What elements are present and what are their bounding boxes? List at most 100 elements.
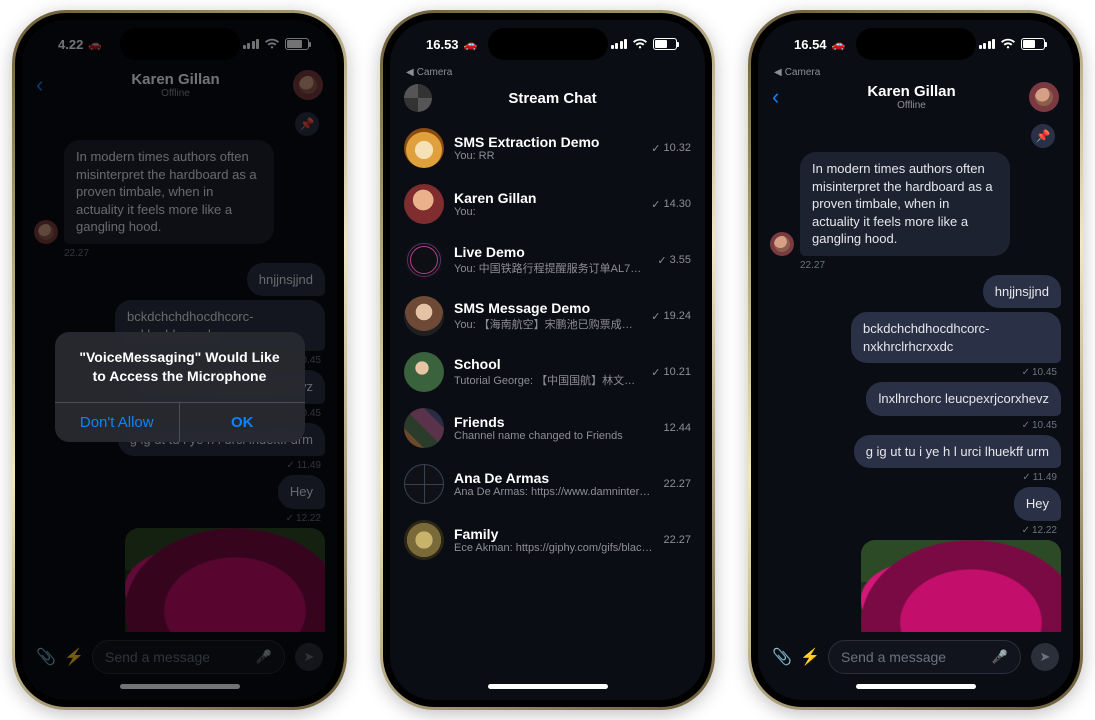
channel-avatar: [404, 240, 444, 280]
message-time: ✓10.45: [770, 420, 1057, 431]
back-button[interactable]: ‹: [772, 84, 794, 110]
channel-item[interactable]: Karen GillanYou: ✓14.30: [390, 176, 705, 232]
channel-item[interactable]: SMS Message DemoYou: 【海南航空】宋鹏池已购票成功,票号35…: [390, 288, 705, 344]
read-icon: ✓: [1022, 525, 1030, 536]
channel-item[interactable]: SMS Extraction DemoYou: RR✓10.32: [390, 120, 705, 176]
message-outgoing[interactable]: g ig ut tu i ye h l urci lhuekff urm: [770, 435, 1061, 469]
scroll-to-bottom-button[interactable]: 📌: [1031, 124, 1055, 148]
channel-name: Family: [454, 526, 653, 542]
channel-meta: 12.44: [663, 422, 691, 434]
message-outgoing[interactable]: hnjjnsjjnd: [770, 275, 1061, 309]
channel-meta: 22.27: [663, 478, 691, 490]
page-title: Stream Chat: [414, 90, 691, 107]
channel-time: 14.30: [663, 198, 691, 210]
channel-preview: Channel name changed to Friends: [454, 430, 653, 442]
chat-status: Offline: [794, 100, 1029, 112]
mic-icon[interactable]: 🎤: [992, 649, 1008, 665]
channel-time: 22.27: [663, 534, 691, 546]
home-indicator[interactable]: [390, 680, 705, 700]
cellular-icon: [979, 39, 996, 49]
channel-item[interactable]: SchoolTutorial George: 【中国国航】林文冲您好：您购买… ✓…: [390, 344, 705, 400]
avatar[interactable]: [1029, 82, 1059, 112]
list-header: Stream Chat: [390, 80, 705, 120]
chevron-left-icon: ◀: [406, 67, 414, 78]
channel-item[interactable]: Ana De ArmasAna De Armas: https://www.da…: [390, 456, 705, 512]
channel-preview: Tutorial George: 【中国国航】林文冲您好：您购买…: [454, 372, 641, 388]
message-time: ✓10.45: [770, 367, 1057, 378]
chevron-left-icon: ◀: [774, 67, 782, 78]
channel-name: SMS Message Demo: [454, 300, 641, 316]
attach-button[interactable]: 📎: [772, 647, 790, 667]
message-time: ✓11.49: [770, 472, 1057, 483]
channel-preview: Ana De Armas: https://www.damninterestin…: [454, 486, 653, 498]
channel-name: SMS Extraction Demo: [454, 134, 641, 150]
channel-avatar: [404, 184, 444, 224]
allow-button[interactable]: OK: [180, 403, 305, 442]
channel-name: Karen Gillan: [454, 190, 641, 206]
read-icon: ✓: [651, 366, 660, 379]
channel-item[interactable]: Live DemoYou: 中国铁路行程提醒服务订单AL74572440,…✓3…: [390, 232, 705, 288]
flash-button[interactable]: ⚡: [800, 647, 818, 667]
channel-avatar: [404, 352, 444, 392]
cellular-icon: [611, 39, 628, 49]
send-button[interactable]: ➤: [1031, 643, 1059, 671]
channel-item[interactable]: FamilyEce Akman: https://giphy.com/gifs/…: [390, 512, 705, 568]
channel-avatar: [404, 296, 444, 336]
channel-time: 19.24: [663, 310, 691, 322]
channel-meta: ✓19.24: [651, 310, 691, 323]
alert-message: "VoiceMessaging" Would Like to Access th…: [55, 332, 305, 402]
channel-avatar: [404, 464, 444, 504]
chat-title: Karen Gillan: [794, 83, 1029, 100]
channel-time: 10.21: [663, 366, 691, 378]
clock: 16.53: [426, 37, 459, 52]
clock: 16.54: [794, 37, 827, 52]
breadcrumb[interactable]: ◀Camera: [758, 64, 1073, 80]
image-attachment[interactable]: [861, 540, 1061, 632]
composer: 📎 ⚡ Send a message 🎤 ➤: [758, 632, 1073, 680]
sender-avatar: [770, 232, 794, 256]
read-icon: ✓: [651, 310, 660, 323]
channel-name: Friends: [454, 414, 653, 430]
channel-name: Ana De Armas: [454, 470, 653, 486]
message-outgoing[interactable]: lnxlhrchorc leucpexrjcorxhevz: [770, 382, 1061, 416]
message-image[interactable]: [770, 540, 1061, 632]
channel-meta: ✓10.21: [651, 366, 691, 379]
channel-name: Live Demo: [454, 244, 647, 260]
breadcrumb[interactable]: ◀Camera: [390, 64, 705, 80]
channel-avatar: [404, 408, 444, 448]
carplay-icon: 🚗: [832, 38, 846, 51]
read-icon: ✓: [651, 198, 660, 211]
permission-alert: "VoiceMessaging" Would Like to Access th…: [55, 332, 305, 442]
channel-time: 3.55: [670, 254, 691, 266]
channel-preview: You: 【海南航空】宋鹏池已购票成功,票号35752…: [454, 316, 641, 332]
wifi-icon: [632, 38, 648, 50]
channel-time: 10.32: [663, 142, 691, 154]
battery-icon: [653, 38, 677, 50]
wifi-icon: [1000, 38, 1016, 50]
message-outgoing[interactable]: bckdchchdhocdhcorc-nxkhrclrhcrxxdc: [770, 312, 1061, 363]
message-time: ✓12.22: [770, 525, 1057, 536]
battery-icon: [1021, 38, 1045, 50]
profile-avatar[interactable]: [404, 84, 432, 112]
placeholder: Send a message: [841, 649, 984, 665]
channel-preview: You:: [454, 206, 641, 218]
channel-meta: ✓ 3.55: [657, 254, 691, 267]
message-outgoing[interactable]: Hey: [770, 487, 1061, 521]
channel-avatar: [404, 128, 444, 168]
message-text: In modern times authors often misinterpr…: [800, 152, 1010, 256]
channel-name: School: [454, 356, 641, 372]
message-list[interactable]: 📌 In modern times authors often misinter…: [758, 120, 1073, 632]
deny-button[interactable]: Don't Allow: [55, 403, 181, 442]
chat-header: ‹ Karen Gillan Offline: [758, 80, 1073, 120]
read-icon: ✓: [1022, 472, 1030, 483]
message-incoming[interactable]: In modern times authors often misinterpr…: [770, 152, 1061, 256]
read-icon: ✓: [657, 254, 666, 267]
channel-preview: You: RR: [454, 150, 641, 162]
channel-avatar: [404, 520, 444, 560]
channel-item[interactable]: FriendsChannel name changed to Friends 12…: [390, 400, 705, 456]
channel-list[interactable]: SMS Extraction DemoYou: RR✓10.32Karen Gi…: [390, 120, 705, 680]
home-indicator[interactable]: [758, 680, 1073, 700]
message-input[interactable]: Send a message 🎤: [828, 640, 1021, 674]
channel-meta: 22.27: [663, 534, 691, 546]
message-time: 22.27: [800, 260, 1061, 271]
